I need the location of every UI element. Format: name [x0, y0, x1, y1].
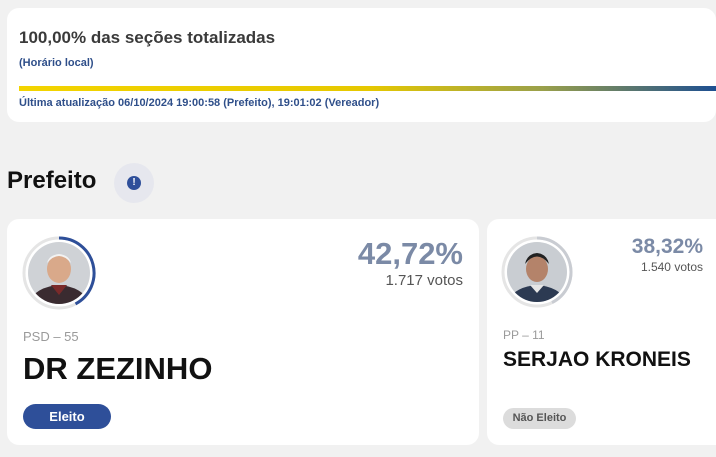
- section-title: Prefeito: [7, 167, 97, 194]
- last-update-text: Última atualização 06/10/2024 19:00:58 (…: [19, 97, 380, 109]
- totalization-status-card: 100,00% das seções totalizadas (Horário …: [7, 8, 716, 122]
- info-icon: !: [127, 176, 141, 190]
- candidate-card[interactable]: 42,72% 1.717 votos PSD – 55 DR ZEZINHO E…: [7, 219, 479, 445]
- candidate-party: PSD – 55: [23, 329, 79, 344]
- status-badge: Eleito: [23, 404, 111, 429]
- candidate-percent: 38,32%: [631, 235, 703, 258]
- candidate-percent: 42,72%: [357, 236, 463, 271]
- info-button[interactable]: !: [114, 163, 154, 203]
- status-badge: Não Eleito: [503, 408, 576, 429]
- totalization-progress-bar: [19, 86, 716, 91]
- candidate-card[interactable]: 38,32% 1.540 votos PP – 11 SERJAO KRONEI…: [487, 219, 716, 445]
- candidate-avatar: [21, 235, 97, 311]
- candidate-votes: 1.717 votos: [385, 272, 463, 289]
- timezone-note: (Horário local): [19, 57, 94, 69]
- candidate-avatar: [500, 235, 574, 309]
- candidate-name: DR ZEZINHO: [23, 351, 213, 386]
- totalization-title: 100,00% das seções totalizadas: [19, 28, 276, 47]
- candidate-votes: 1.540 votos: [640, 260, 703, 274]
- candidate-name: SERJAO KRONEIS: [503, 348, 691, 371]
- candidate-party: PP – 11: [503, 328, 545, 342]
